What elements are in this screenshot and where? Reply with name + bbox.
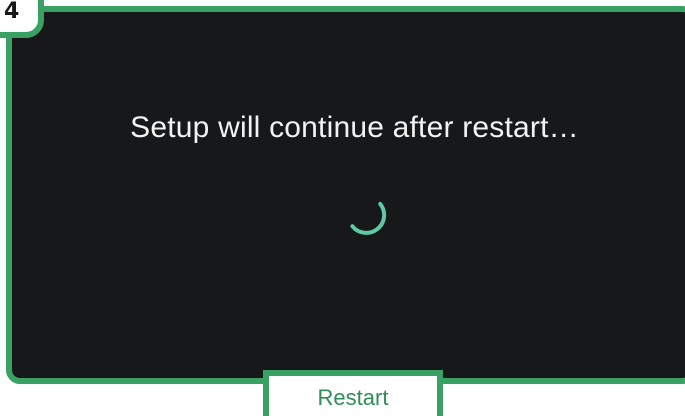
restart-button-label: Restart (317, 385, 389, 410)
step-number-badge: 4 (0, 0, 44, 38)
restart-button[interactable]: Restart (263, 370, 443, 416)
device-screen: Setup will continue after restart… (6, 6, 685, 384)
step-number: 4 (4, 0, 20, 24)
setup-status-message: Setup will continue after restart… (130, 111, 579, 144)
tutorial-step: Setup will continue after restart… 4 Res… (0, 0, 685, 416)
loading-spinner-icon (350, 201, 387, 235)
